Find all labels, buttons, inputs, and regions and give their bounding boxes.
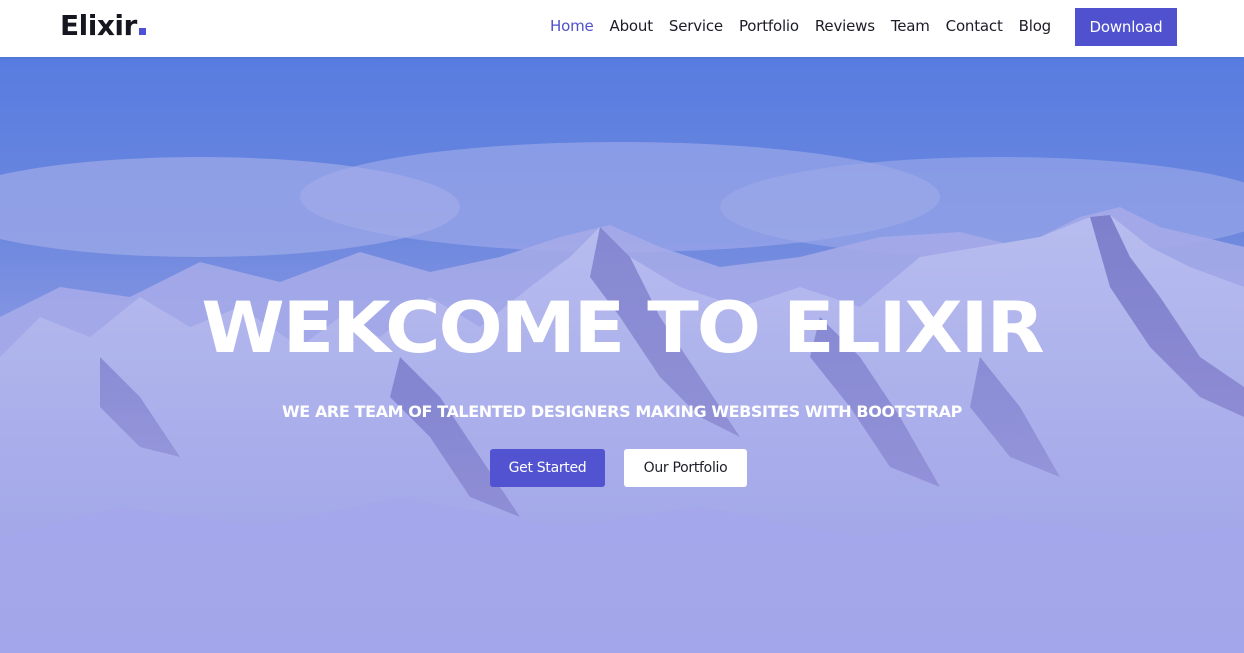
nav-item-reviews[interactable]: Reviews [815, 17, 875, 35]
nav-item-home[interactable]: Home [550, 17, 594, 35]
nav-item-contact[interactable]: Contact [946, 17, 1003, 35]
logo-text: Elixir [60, 9, 137, 42]
our-portfolio-button[interactable]: Our Portfolio [624, 449, 747, 487]
nav-item-team[interactable]: Team [891, 17, 930, 35]
download-button[interactable]: Download [1075, 8, 1177, 46]
nav-item-service[interactable]: Service [669, 17, 723, 35]
hero-section: WEKCOME TO ELIXIR WE ARE TEAM OF TALENTE… [0, 57, 1244, 653]
logo-dot [138, 28, 146, 35]
navbar: Elixir Home About Service Portfolio Revi… [0, 0, 1244, 57]
nav-item-blog[interactable]: Blog [1019, 17, 1052, 35]
logo[interactable]: Elixir [60, 9, 146, 42]
hero-subtitle: WE ARE TEAM OF TALENTED DESIGNERS MAKING… [282, 402, 962, 421]
hero-title: WEKCOME TO ELIXIR [201, 287, 1044, 369]
get-started-button[interactable]: Get Started [490, 449, 605, 487]
nav-item-about[interactable]: About [610, 17, 654, 35]
nav-item-portfolio[interactable]: Portfolio [739, 17, 799, 35]
nav-menu: Home About Service Portfolio Reviews Tea… [550, 0, 1051, 52]
